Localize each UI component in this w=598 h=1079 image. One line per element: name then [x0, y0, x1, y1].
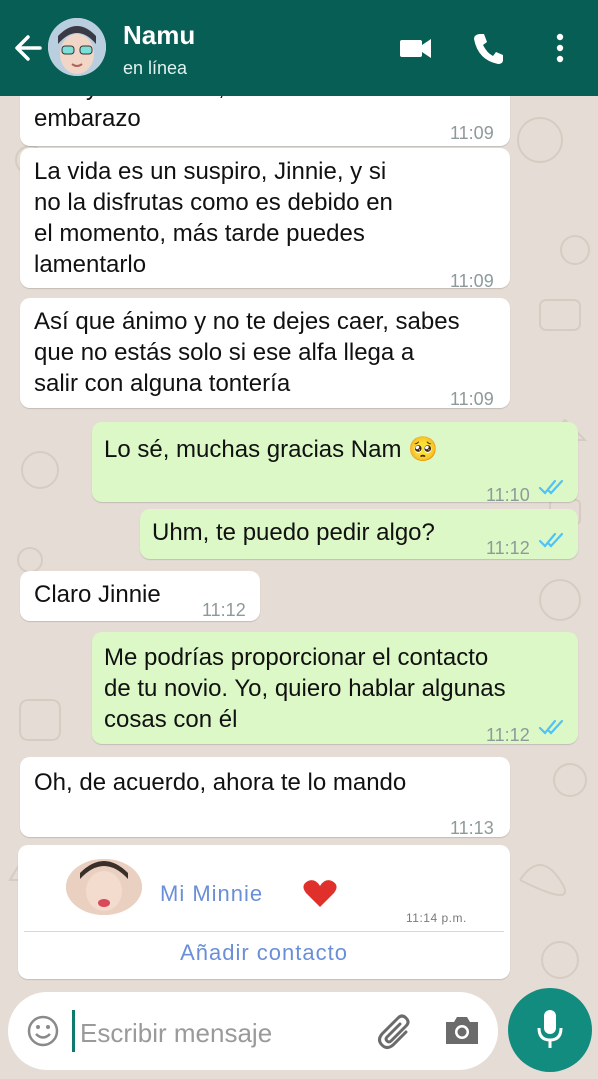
camera-icon[interactable] [442, 1012, 482, 1048]
message-time: 11:09 [450, 389, 494, 409]
more-options-icon[interactable] [552, 30, 568, 66]
video-call-icon[interactable] [398, 30, 434, 66]
message-text: Me podrías proporcionar el contacto de t… [104, 644, 506, 733]
shared-contact-name[interactable]: Mi Minnie [160, 881, 263, 907]
emoji-icon[interactable] [26, 1014, 60, 1048]
chat-header: Namu en línea [0, 0, 598, 96]
message-text: Oh, de acuerdo, ahora te lo mando [34, 769, 407, 796]
message-incoming[interactable]: Así que ánimo y no te dejes caer, sabes … [20, 298, 510, 409]
message-text: Lo sé, muchas gracias Nam 🥺 [104, 436, 439, 463]
voice-call-icon[interactable] [470, 30, 506, 66]
card-divider [24, 931, 504, 932]
message-text: La vida es un suspiro, Jinnie, y si no l… [34, 158, 393, 278]
message-outgoing[interactable]: Uhm, te puedo pedir algo? 11:12 [140, 509, 578, 559]
message-text: Claro Jinnie [34, 581, 161, 608]
message-text: Uhm, te puedo pedir algo? [152, 519, 435, 546]
message-text: embarazo [34, 105, 141, 132]
message-time: 11:12 [486, 538, 530, 558]
shared-contact-card[interactable]: Mi Minnie 11:14 p.m. Añadir contacto [18, 845, 510, 979]
message-time: 11:09 [450, 123, 494, 143]
heart-icon [303, 880, 337, 907]
shared-contact-time: 11:14 p.m. [406, 911, 467, 925]
message-time: 11:10 [486, 485, 530, 505]
microphone-icon [537, 1010, 563, 1048]
message-incoming[interactable]: Claro Jinnie 11:12 [20, 571, 260, 621]
message-time: 11:12 [202, 600, 246, 620]
attach-icon[interactable] [376, 1010, 416, 1052]
add-contact-button[interactable]: Añadir contacto [18, 940, 510, 966]
contact-name[interactable]: Namu [123, 20, 195, 51]
message-input[interactable] [78, 1012, 362, 1054]
message-incoming[interactable]: Oh, de acuerdo, ahora te lo mando 11:13 [20, 757, 510, 838]
back-arrow-icon[interactable] [12, 28, 44, 68]
message-time: 11:13 [450, 818, 494, 838]
message-outgoing[interactable]: Me podrías proporcionar el contacto de t… [92, 632, 578, 745]
text-cursor [72, 1010, 75, 1052]
read-receipt-icon [538, 532, 564, 548]
contact-avatar[interactable] [48, 18, 106, 76]
read-receipt-icon [538, 479, 564, 495]
shared-contact-photo [66, 859, 142, 915]
read-receipt-icon [538, 719, 564, 735]
message-time: 11:09 [450, 271, 494, 291]
shared-contact-avatar[interactable] [66, 859, 142, 915]
contact-status: en línea [123, 58, 188, 78]
message-composer [8, 992, 498, 1070]
message-incoming[interactable]: La vida es un suspiro, Jinnie, y si no l… [20, 148, 510, 291]
message-time: 11:12 [486, 725, 530, 745]
message-outgoing[interactable]: Lo sé, muchas gracias Nam 🥺 11:10 [92, 422, 578, 505]
mic-button[interactable] [508, 988, 592, 1072]
message-text: Así que ánimo y no te dejes caer, sabes … [34, 308, 460, 397]
avatar-photo [48, 18, 106, 76]
